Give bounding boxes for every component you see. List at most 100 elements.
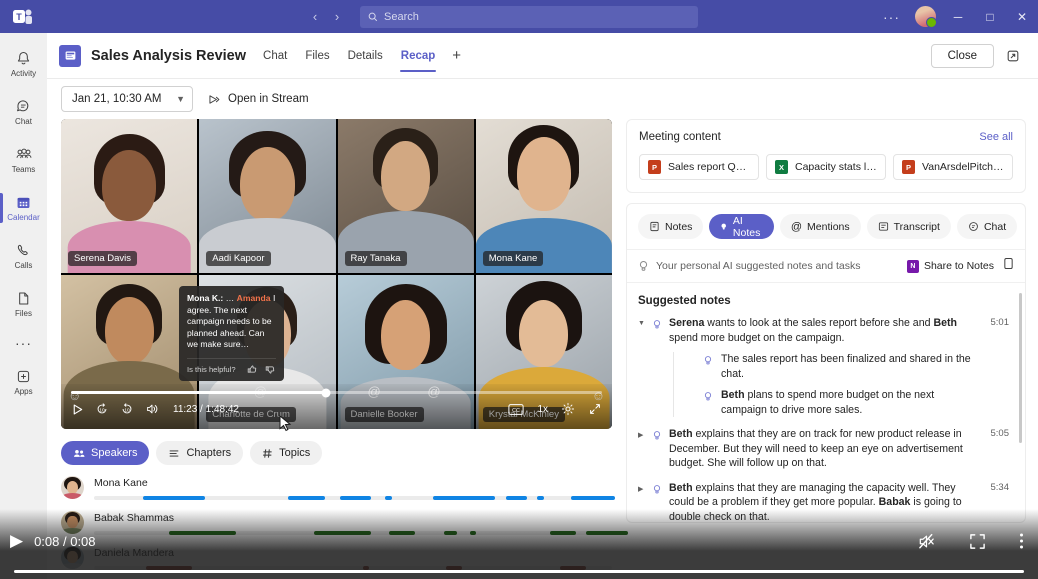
pop-out-icon[interactable]	[1002, 45, 1024, 67]
tab-chat[interactable]: Chat	[262, 37, 288, 75]
notes-scroll-area[interactable]: Suggested notes ▼ Serena w	[627, 283, 1025, 522]
tab-label: AI Notes	[733, 215, 763, 239]
search-placeholder: Search	[384, 11, 419, 23]
maximize-button[interactable]: □	[974, 0, 1006, 33]
tab-mentions[interactable]: @ Mentions	[780, 214, 861, 239]
open-in-stream-button[interactable]: Open in Stream	[207, 93, 309, 106]
video-tile[interactable]: Ray Tanaka	[338, 119, 474, 273]
expand-triangle-icon[interactable]: ▶	[638, 427, 647, 471]
svg-text:10: 10	[124, 408, 130, 414]
svg-text:10: 10	[99, 408, 105, 414]
people-icon	[73, 448, 85, 459]
copy-icon[interactable]	[1003, 257, 1014, 275]
settings-button[interactable]	[561, 402, 575, 416]
search-input[interactable]: Search	[360, 6, 698, 28]
sidebar-more-button[interactable]: ···	[0, 328, 47, 358]
note-timestamp: 5:01	[991, 316, 1010, 417]
scrubber-handle[interactable]	[321, 388, 330, 397]
tab-details[interactable]: Details	[347, 37, 384, 75]
play-button[interactable]	[71, 403, 84, 416]
note-person: Beth	[669, 482, 693, 494]
back-button[interactable]: ‹	[304, 5, 326, 29]
tab-recap[interactable]: Recap	[400, 37, 437, 75]
recording-player-overlay: ▶ 0:08 / 0:08	[0, 509, 1038, 579]
file-chip[interactable]: P Sales report Q4...	[639, 154, 759, 180]
note-item[interactable]: ▼ Serena wants to look at the sales repo…	[638, 316, 1009, 417]
recording-time-display: 0:08 / 0:08	[34, 534, 95, 549]
close-button[interactable]: Close	[931, 44, 994, 68]
notes-scrollbar[interactable]	[1019, 293, 1022, 443]
recording-fullscreen-button[interactable]	[969, 533, 986, 550]
close-window-button[interactable]: ✕	[1006, 0, 1038, 33]
file-chip[interactable]: P VanArsdelPitchDe...	[893, 154, 1013, 180]
thumb-down-icon[interactable]	[265, 364, 276, 375]
sidebar-item-label: Apps	[14, 387, 32, 396]
sub-note-item[interactable]: The sales report has been finalized and …	[703, 352, 978, 381]
notes-icon	[649, 221, 660, 232]
user-avatar[interactable]	[915, 6, 936, 27]
playback-speed-button[interactable]: 1x	[537, 404, 548, 415]
volume-button[interactable]	[145, 402, 159, 416]
recording-play-button[interactable]: ▶	[10, 531, 23, 551]
recording-progress-bar[interactable]	[14, 570, 1024, 573]
more-vertical-icon	[1019, 532, 1024, 550]
tab-transcript[interactable]: Transcript	[867, 214, 951, 239]
tab-speakers[interactable]: Speakers	[61, 441, 149, 465]
video-tile[interactable]: Aadi Kapoor	[199, 119, 335, 273]
sidebar-item-chat[interactable]: Chat	[0, 88, 47, 136]
share-to-notes-button[interactable]: N Share to Notes	[907, 260, 994, 273]
list-item[interactable]: Mona Kane	[61, 476, 612, 500]
meeting-date-select[interactable]: Jan 21, 10:30 AM ▼	[61, 86, 193, 112]
note-item[interactable]: ▶ Beth explains that they are on track f…	[638, 427, 1009, 471]
sidebar-item-teams[interactable]: Teams	[0, 136, 47, 184]
tab-ai-notes[interactable]: AI Notes	[709, 214, 773, 239]
video-scrubber[interactable]	[71, 391, 602, 394]
tab-label: Mentions	[807, 221, 850, 233]
nav-buttons: ‹ ›	[304, 5, 348, 29]
svg-text:T: T	[16, 12, 22, 22]
forward-10-button[interactable]: 10	[120, 402, 134, 416]
ai-notes-toolbar: Your personal AI suggested notes and tas…	[627, 249, 1025, 283]
video-tile[interactable]: Serena Davis	[61, 119, 197, 273]
speaker-view-tabs: Speakers Chapters	[61, 441, 612, 465]
sub-note-text: The sales report has been finalized and …	[721, 352, 978, 381]
tab-label: Transcript	[894, 221, 940, 233]
file-chip[interactable]: X Capacity stats list...	[766, 154, 886, 180]
add-tab-button[interactable]: +	[452, 47, 461, 64]
video-tile[interactable]: Mona Kane	[476, 119, 612, 273]
forward-button[interactable]: ›	[326, 5, 348, 29]
video-grid: Serena Davis Aadi Kapoor	[61, 119, 612, 429]
sub-note-text: Beth plans to spend more budget on the n…	[721, 388, 978, 417]
sidebar-item-files[interactable]: Files	[0, 280, 47, 328]
tab-chat-panel[interactable]: Chat	[957, 214, 1017, 239]
tab-files[interactable]: Files	[304, 37, 330, 75]
sub-note-item[interactable]: Beth plans to spend more budget on the n…	[703, 388, 978, 417]
meeting-content-title: Meeting content	[639, 131, 721, 143]
sidebar-item-calendar[interactable]: Calendar	[0, 184, 47, 232]
settings-more-button[interactable]: ···	[874, 9, 909, 25]
sidebar-item-activity[interactable]: Activity	[0, 40, 47, 88]
meeting-content-card: Meeting content See all P Sales report Q…	[626, 119, 1026, 193]
tab-chapters[interactable]: Chapters	[156, 441, 243, 465]
rewind-10-button[interactable]: 10	[95, 402, 109, 416]
sidebar-item-label: Chat	[15, 117, 32, 126]
window-controls: ··· ─ □ ✕	[874, 0, 1038, 33]
sidebar-item-calls[interactable]: Calls	[0, 232, 47, 280]
see-all-link[interactable]: See all	[979, 131, 1013, 143]
mute-button[interactable]	[917, 532, 936, 551]
sidebar-item-apps[interactable]: Apps	[0, 358, 47, 406]
caption-helpful-label: Is this helpful?	[187, 365, 236, 374]
minimize-button[interactable]: ─	[942, 0, 974, 33]
tab-notes[interactable]: Notes	[638, 214, 703, 239]
collapse-triangle-icon[interactable]: ▼	[638, 316, 647, 417]
ai-notes-hint: Your personal AI suggested notes and tas…	[656, 260, 861, 272]
note-person: Beth	[933, 317, 957, 329]
video-player[interactable]: Serena Davis Aadi Kapoor	[61, 119, 612, 429]
bell-icon	[15, 50, 32, 67]
fullscreen-button[interactable]	[588, 402, 602, 416]
thumb-up-icon[interactable]	[247, 364, 258, 375]
closed-captions-button[interactable]: CC	[508, 403, 524, 416]
recording-more-button[interactable]	[1019, 532, 1024, 550]
speaker-track[interactable]	[94, 496, 612, 500]
tab-topics[interactable]: Topics	[250, 441, 322, 465]
